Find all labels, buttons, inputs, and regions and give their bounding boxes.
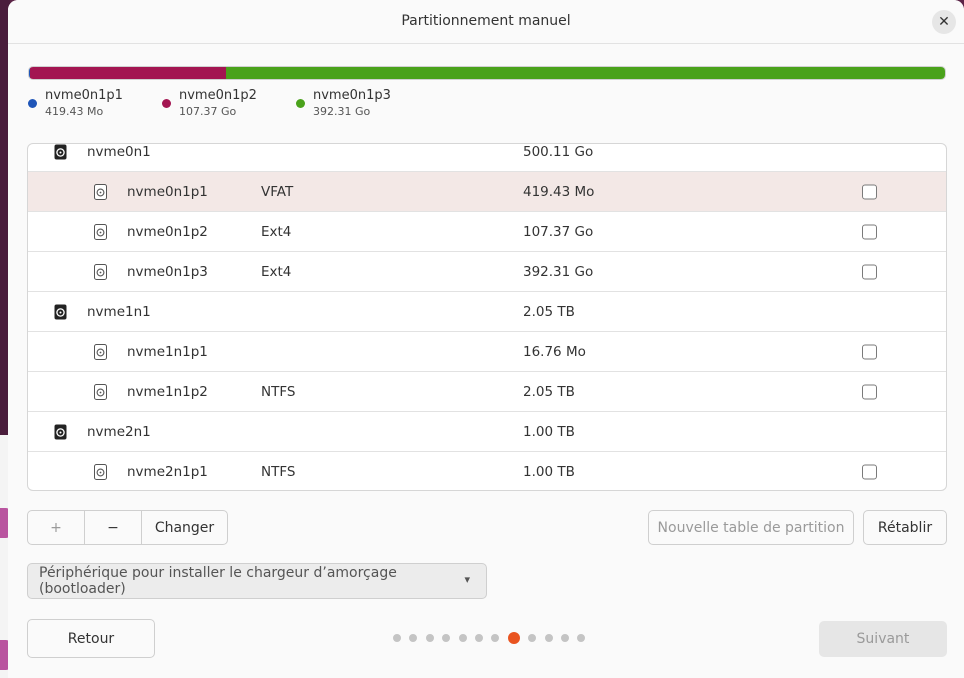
partition-icon (94, 223, 107, 240)
partition-filesystem: Ext4 (261, 223, 292, 240)
disk-icon (54, 144, 67, 160)
new-partition-table-button[interactable]: Nouvelle table de partition (648, 510, 854, 545)
legend-color-dot (28, 99, 37, 108)
disk-size: 500.11 Go (523, 143, 594, 160)
disk-name: nvme2n1 (87, 423, 151, 440)
partition-name: nvme0n1p1 (127, 183, 208, 200)
partition-row[interactable]: nvme0n1p2 Ext4 107.37 Go (28, 212, 946, 252)
disk-row[interactable]: nvme2n1 1.00 TB (28, 412, 946, 452)
step-dot (458, 634, 467, 642)
disk-name: nvme0n1 (87, 143, 151, 160)
partition-table: nvme0n1 500.11 Go nvme0n1p1 VFAT 419.43 Mo nv… (27, 143, 947, 491)
usage-legend: nvme0n1p1 419.43 Mo nvme0n1p2 107.37 Go nvme… (28, 88, 446, 122)
format-checkbox[interactable] (862, 384, 877, 399)
partition-size: 2.05 TB (523, 383, 575, 400)
partition-size: 16.76 Mo (523, 343, 586, 360)
disk-usage-bar (28, 66, 946, 80)
step-dot (560, 634, 569, 642)
partition-row[interactable]: nvme0n1p1 VFAT 419.43 Mo (28, 172, 946, 212)
format-checkbox[interactable] (862, 264, 877, 279)
disk-row[interactable]: nvme0n1 500.11 Go (28, 143, 946, 172)
disk-name: nvme1n1 (87, 303, 151, 320)
partition-icon (94, 463, 107, 480)
partition-name: nvme0n1p3 (127, 263, 208, 280)
partition-name: nvme1n1p1 (127, 343, 208, 360)
legend-partition-name: nvme0n1p2 (179, 88, 257, 103)
partition-dialog: Partitionnement manuel ✕ nvme0n1p1 419.43… (8, 0, 964, 678)
partition-size: 1.00 TB (523, 463, 575, 480)
partition-filesystem: NTFS (261, 383, 296, 400)
partition-name: nvme1n1p2 (127, 383, 208, 400)
bootloader-device-select[interactable]: Périphérique pour installer le chargeur … (27, 563, 487, 599)
change-partition-button[interactable]: Changer (142, 511, 227, 544)
partition-row[interactable]: nvme0n1p3 Ext4 392.31 Go (28, 252, 946, 292)
partition-icon (94, 343, 107, 360)
partition-size: 392.31 Go (523, 263, 594, 280)
legend-color-dot (162, 99, 171, 108)
disk-size: 1.00 TB (523, 423, 575, 440)
back-button[interactable]: Retour (27, 619, 155, 658)
dialog-header: Partitionnement manuel ✕ (8, 0, 964, 44)
legend-partition-size: 392.31 Go (313, 105, 371, 118)
legend-partition-name: nvme0n1p3 (313, 88, 391, 103)
legend-item: nvme0n1p1 419.43 Mo (28, 88, 162, 122)
disk-row[interactable]: nvme1n1 2.05 TB (28, 292, 946, 332)
usage-segment-nvme0n1p2 (29, 67, 227, 79)
disk-icon (54, 424, 67, 440)
step-dot (528, 634, 537, 642)
disk-size: 2.05 TB (523, 303, 575, 320)
chevron-down-icon: ▾ (464, 573, 470, 586)
step-dot (491, 634, 500, 642)
format-checkbox[interactable] (862, 184, 877, 199)
partition-row[interactable]: nvme2n1p1 NTFS 1.00 TB (28, 452, 946, 490)
partition-icon (94, 263, 107, 280)
partition-icon (94, 183, 107, 200)
revert-button[interactable]: Rétablir (863, 510, 947, 545)
partition-actions: + − Changer (27, 510, 228, 545)
partition-name: nvme2n1p1 (127, 463, 208, 480)
partition-name: nvme0n1p2 (127, 223, 208, 240)
partition-size: 419.43 Mo (523, 183, 595, 200)
step-dot-active (507, 632, 520, 644)
remove-partition-button[interactable]: − (85, 511, 142, 544)
legend-color-dot (296, 99, 305, 108)
partition-icon (94, 383, 107, 400)
step-dot (577, 634, 586, 642)
bootloader-select-label: Périphérique pour installer le chargeur … (39, 565, 397, 597)
next-button[interactable]: Suivant (819, 621, 947, 657)
format-checkbox[interactable] (862, 344, 877, 359)
format-checkbox[interactable] (862, 224, 877, 239)
legend-item: nvme0n1p2 107.37 Go (162, 88, 296, 122)
step-dot (474, 634, 483, 642)
partition-size: 107.37 Go (523, 223, 594, 240)
dialog-title: Partitionnement manuel (401, 13, 571, 29)
step-indicator (393, 630, 594, 646)
step-dot (409, 634, 418, 642)
partition-row[interactable]: nvme1n1p2 NTFS 2.05 TB (28, 372, 946, 412)
step-dot (393, 634, 401, 642)
step-dot (544, 634, 553, 642)
step-dot (442, 634, 451, 642)
partition-filesystem: NTFS (261, 463, 296, 480)
legend-partition-size: 107.37 Go (179, 105, 237, 118)
format-checkbox[interactable] (862, 464, 877, 479)
close-button[interactable]: ✕ (932, 10, 956, 34)
partition-row[interactable]: nvme1n1p1 16.76 Mo (28, 332, 946, 372)
legend-partition-name: nvme0n1p1 (45, 88, 123, 103)
disk-icon (54, 304, 67, 320)
step-dot (425, 634, 434, 642)
partition-filesystem: Ext4 (261, 263, 292, 280)
legend-item: nvme0n1p3 392.31 Go (296, 88, 446, 122)
legend-partition-size: 419.43 Mo (45, 105, 104, 118)
partition-filesystem: VFAT (261, 183, 294, 200)
usage-segment-nvme0n1p3 (226, 67, 945, 79)
close-icon: ✕ (938, 14, 950, 30)
add-partition-button[interactable]: + (28, 511, 85, 544)
